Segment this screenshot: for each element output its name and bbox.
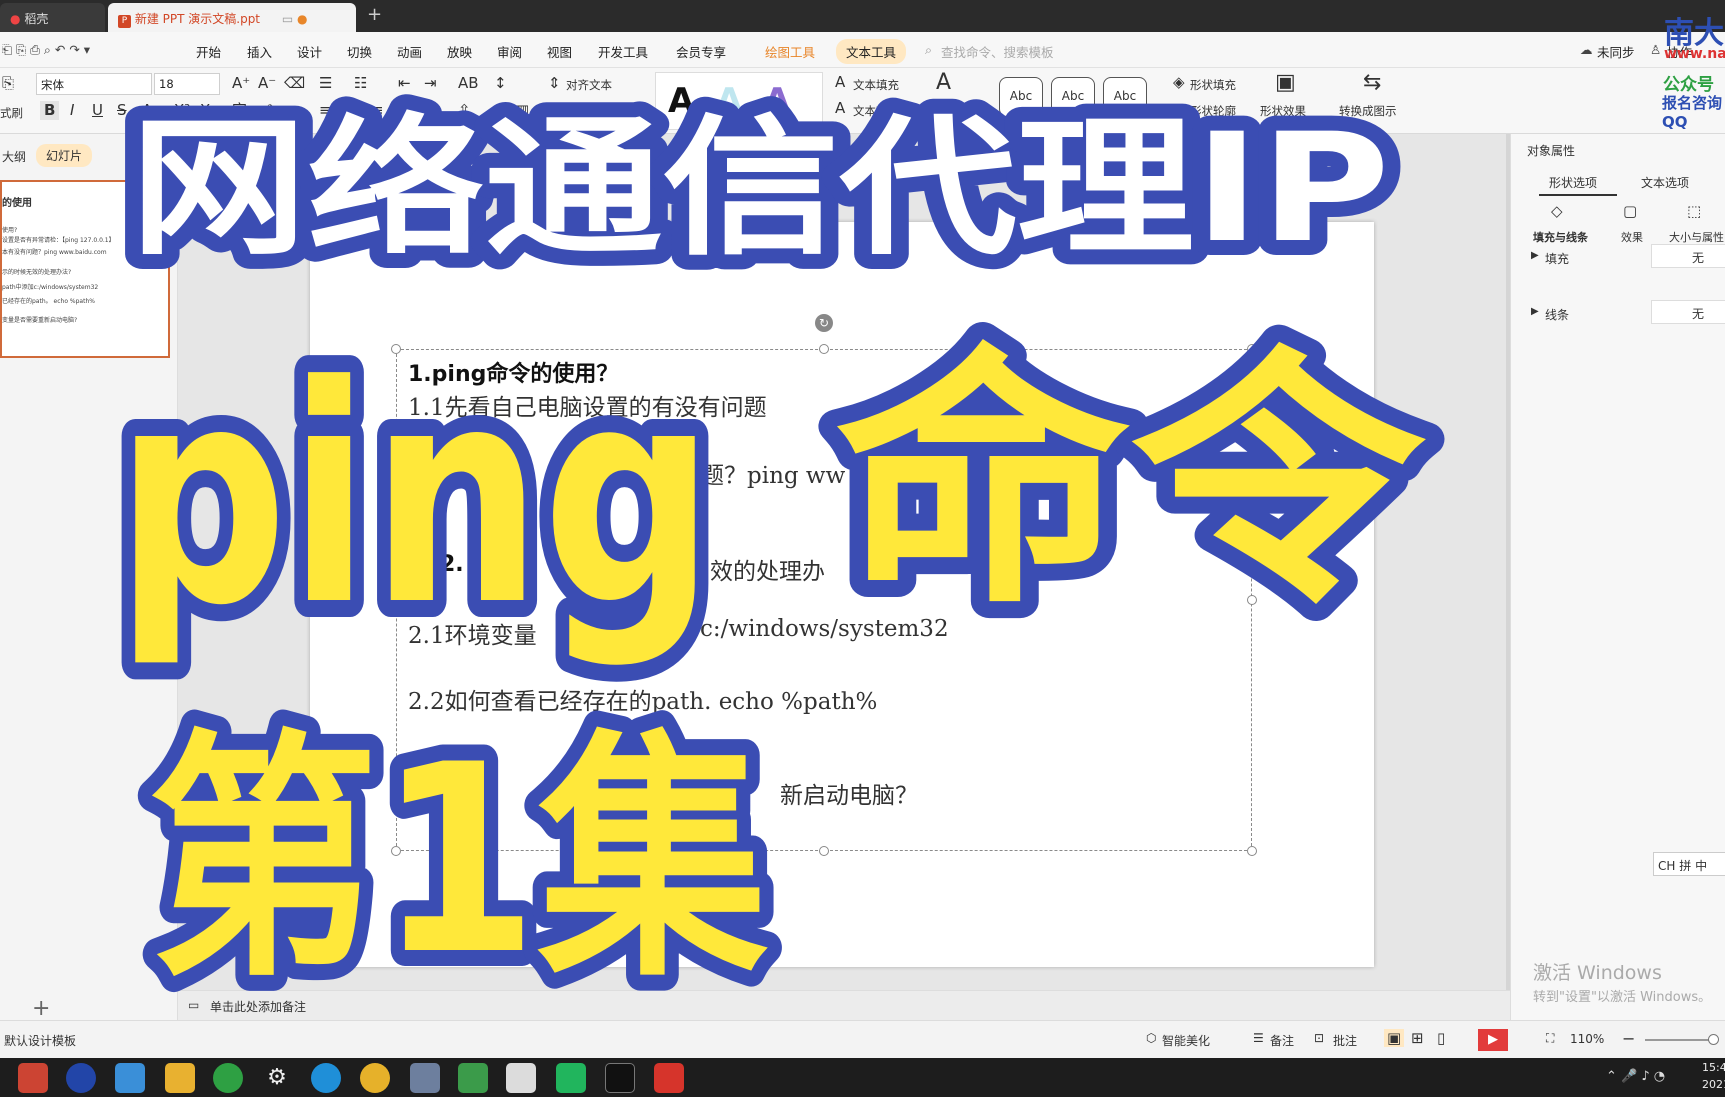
overlay-title-ping: ping [115, 322, 715, 671]
overlay-title-command: 命令 [835, 324, 1430, 639]
title-overlay: 网络通信代理IP ping 命令 第1集 [98, 87, 1447, 1028]
overlay-title-episode: 第1集 [148, 710, 768, 1012]
overlay-title-line1: 网络通信代理IP [130, 102, 1390, 276]
